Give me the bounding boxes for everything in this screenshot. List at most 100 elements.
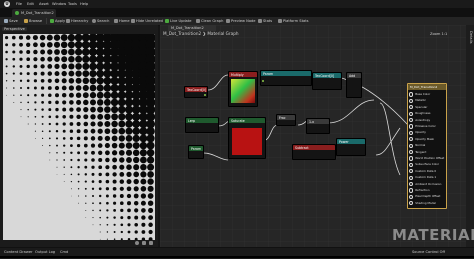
halftone-dot (39, 34, 46, 41)
output-pin-icon[interactable] (409, 137, 414, 142)
output-pin-icon[interactable] (409, 105, 414, 110)
output-pin-row[interactable]: Emissive Color (409, 124, 436, 129)
menu-edit[interactable]: Edit (27, 2, 34, 6)
halftone-dot (5, 72, 8, 75)
lerp-preview-node[interactable]: Saturate (228, 117, 266, 159)
output-pin-icon[interactable] (409, 169, 414, 174)
preview-node-button[interactable]: Preview Node (226, 18, 256, 24)
output-pin-row[interactable]: Shading Model (409, 201, 436, 206)
halftone-dot (111, 142, 118, 149)
output-pin-row[interactable]: Specular (409, 105, 427, 110)
halftone-dot (54, 78, 60, 84)
output-pin-row[interactable]: Custom Data 1 (409, 175, 436, 180)
halftone-dot (61, 63, 68, 70)
home-button[interactable]: Home (114, 18, 130, 24)
halftone-dot (76, 99, 82, 105)
output-pin-row[interactable]: Tangent (409, 150, 426, 155)
param-node-a[interactable]: Lerp (185, 117, 219, 133)
halftone-dot (85, 202, 87, 204)
output-pin-icon[interactable] (409, 130, 414, 135)
halftone-dot (34, 123, 37, 125)
live-update-button[interactable]: Live Update (165, 18, 192, 24)
output-pin-icon[interactable] (409, 92, 414, 97)
halftone-dot (60, 34, 68, 42)
output-log-button[interactable]: Output Log (35, 250, 55, 254)
output-pin-row[interactable]: Opacity (409, 130, 426, 135)
halftone-dot (99, 231, 101, 233)
menu-file[interactable]: File (16, 2, 22, 6)
output-pin-row[interactable]: Pixel Depth Offset (409, 194, 440, 199)
output-pin-row[interactable]: Anisotropy (409, 118, 430, 123)
texcoord-node-a[interactable]: TexCoord[0] (184, 86, 208, 98)
texcoord-a-output-pin[interactable] (204, 93, 206, 96)
stats-button[interactable]: Stats (258, 18, 272, 24)
output-pin-icon[interactable] (409, 182, 414, 187)
search-button[interactable]: Search (92, 18, 109, 24)
output-pin-row[interactable]: Roughness (409, 111, 430, 116)
preview-viewport[interactable] (3, 34, 155, 240)
halftone-dot (132, 142, 140, 150)
output-pin-icon[interactable] (409, 201, 414, 206)
halftone-dot (78, 202, 79, 204)
output-pin-icon[interactable] (409, 194, 414, 199)
output-pin-icon[interactable] (409, 118, 414, 123)
output-pin-icon[interactable] (409, 188, 414, 193)
output-pin-row[interactable]: Custom Data 0 (409, 169, 436, 174)
output-pin-icon[interactable] (409, 156, 414, 161)
halftone-dot (99, 209, 102, 212)
scalar-a-input-pin[interactable] (262, 80, 264, 82)
sphere-preview-icon[interactable] (135, 241, 139, 245)
output-pin-icon[interactable] (409, 150, 414, 155)
unreal-logo-icon[interactable]: U (4, 1, 10, 7)
halftone-dot (118, 142, 125, 149)
cube-preview-icon[interactable] (142, 241, 146, 245)
browse-button[interactable]: Browse (24, 18, 42, 24)
menu-tools[interactable]: Tools (68, 2, 77, 6)
lerp-preview-swatch (232, 128, 262, 155)
source-control-button[interactable]: Source Control Off (412, 250, 445, 254)
output-pin-row[interactable]: Ambient Occlusion (409, 182, 441, 187)
output-pin-icon[interactable] (409, 111, 414, 116)
halftone-dot (119, 194, 124, 198)
menu-asset[interactable]: Asset (39, 2, 49, 6)
output-pin-row[interactable]: Subsurface Color (409, 162, 439, 167)
texcoord-node-b[interactable]: TexCoord[0] (312, 72, 342, 90)
output-pin-icon[interactable] (409, 143, 414, 148)
apply-button[interactable]: Apply (50, 18, 65, 24)
platform-stats-button[interactable]: Platform Stats (278, 18, 308, 24)
output-pin-icon[interactable] (409, 98, 414, 103)
plane-preview-icon[interactable] (149, 241, 153, 245)
output-pin-row[interactable]: Metallic (409, 98, 426, 103)
save-button[interactable]: Save (4, 18, 18, 24)
subtract-node[interactable]: Subtract (292, 144, 336, 160)
output-pin-icon[interactable] (409, 124, 414, 129)
clean-graph-button[interactable]: Clean Graph (196, 18, 223, 24)
halftone-dot (119, 186, 124, 191)
output-pin-icon[interactable] (409, 175, 414, 180)
halftone-dot (33, 42, 38, 48)
power-node[interactable]: Power (336, 138, 366, 156)
perspective-dropdown[interactable]: Perspective (2, 27, 27, 31)
output-pin-row[interactable]: World Position Offset (409, 156, 444, 161)
cmd-input[interactable]: Cmd (60, 250, 68, 254)
one-minus-node[interactable]: 1-x (306, 118, 330, 134)
frac-node[interactable]: Frac (276, 114, 296, 126)
output-pin-row[interactable]: Base Color (409, 92, 430, 97)
asset-tab[interactable]: M_Dot_Transition2 (12, 9, 56, 17)
material-output-node[interactable]: M_Dot_Transition2 Base Color Metallic Spec… (407, 83, 447, 209)
add-node[interactable]: Add (346, 72, 362, 98)
scalar-param-node-a[interactable]: Param (260, 70, 312, 86)
output-pin-row[interactable]: Refraction (409, 188, 429, 193)
menu-help[interactable]: Help (80, 2, 88, 6)
viewport-footer (3, 240, 155, 246)
halftone-dot (125, 127, 133, 135)
menu-window[interactable]: Window (52, 2, 66, 6)
multiply-preview-node[interactable]: Multiply (228, 71, 258, 107)
output-pin-row[interactable]: Normal (409, 143, 425, 148)
hide-unrelated-button[interactable]: Hide Unrelated (131, 18, 163, 24)
content-drawer-button[interactable]: Content Drawer (4, 250, 33, 254)
hierarchy-button[interactable]: Hierarchy (66, 18, 88, 24)
param-node-b[interactable]: Param (188, 145, 204, 159)
output-pin-row[interactable]: Opacity Mask (409, 137, 434, 142)
output-pin-icon[interactable] (409, 162, 414, 167)
